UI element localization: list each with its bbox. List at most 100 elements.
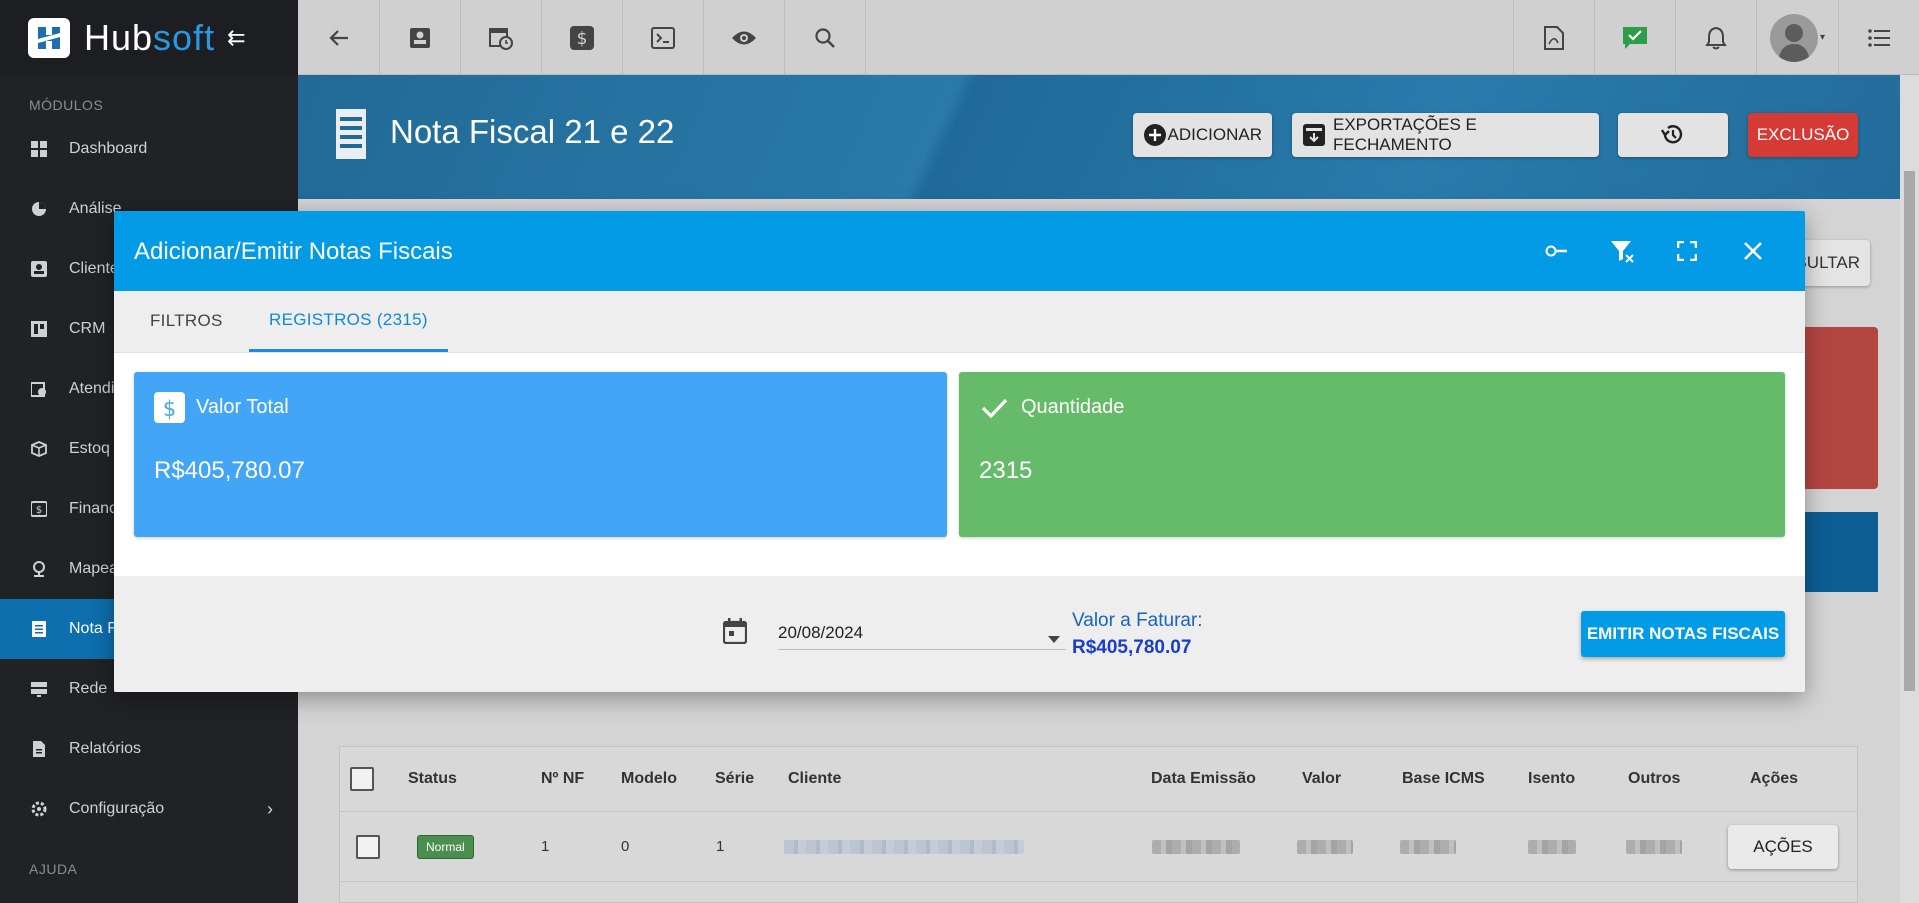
tab-filtros[interactable]: FILTROS	[130, 291, 243, 351]
client-name-redacted[interactable]	[784, 839, 1024, 854]
messages-button[interactable]	[1594, 0, 1675, 75]
contacts-button[interactable]	[380, 0, 461, 75]
faturar-label: Valor a Faturar:	[1072, 610, 1203, 631]
delete-button[interactable]: EXCLUSÃO	[1748, 113, 1858, 157]
map-pin-icon	[30, 560, 48, 578]
dialog-tabs: FILTROS REGISTROS (2315)	[114, 291, 1805, 353]
bell-icon	[1705, 26, 1727, 49]
history-icon	[1660, 125, 1683, 144]
dollar-icon: $	[570, 25, 594, 50]
scrollbar-thumb[interactable]	[1904, 171, 1915, 691]
contact-card-icon	[410, 27, 430, 48]
column-header[interactable]: Status	[408, 770, 457, 788]
quantity-value: 2315	[979, 457, 1033, 484]
search-button[interactable]	[785, 0, 866, 75]
check-icon	[979, 392, 1010, 423]
logo[interactable]: Hubsoft ⇇	[0, 0, 298, 75]
contact-icon	[30, 260, 48, 278]
emit-invoices-button[interactable]: EMITIR NOTAS FISCAIS	[1581, 611, 1785, 657]
eye-icon	[732, 31, 756, 44]
base-icms-redacted	[1400, 839, 1456, 854]
serie-value: 1	[716, 838, 725, 855]
schedule-button[interactable]	[461, 0, 542, 75]
notifications-button[interactable]	[1675, 0, 1756, 75]
page-title: Nota Fiscal 21 e 22	[390, 113, 675, 150]
sidebar-item-label: Nota F	[69, 620, 118, 637]
calendar-clock-icon	[30, 380, 48, 398]
sidebar-item-label: Cliente	[69, 260, 119, 277]
sidebar-section-help: AJUDA	[29, 861, 78, 877]
history-button[interactable]	[1618, 113, 1728, 157]
menu-list-button[interactable]	[1838, 0, 1919, 75]
emission-date-select[interactable]: 20/08/2024	[778, 616, 1066, 650]
sidebar-item-label: Rede	[69, 680, 108, 697]
dialog-body: $ Valor Total R$405,780.07 Quantidade 23…	[114, 353, 1805, 576]
sidebar-item-label: Configuração	[69, 800, 165, 817]
isento-redacted	[1528, 839, 1576, 854]
back-button[interactable]	[298, 0, 380, 75]
close-icon[interactable]	[1739, 237, 1767, 265]
column-header[interactable]: Isento	[1528, 770, 1575, 788]
pdf-button[interactable]	[1513, 0, 1594, 75]
collapse-menu-icon[interactable]: ⇇	[227, 25, 245, 51]
clear-filter-icon[interactable]	[1608, 237, 1636, 265]
scrollbar[interactable]	[1900, 75, 1919, 903]
pdf-icon	[1544, 25, 1564, 50]
row-checkbox[interactable]	[356, 834, 380, 859]
sidebar-item-label: Estoq	[69, 440, 110, 457]
select-all-checkbox[interactable]	[350, 767, 374, 791]
invoice-table: Status Nº NF Modelo Série Cliente Data E…	[339, 746, 1858, 903]
add-button[interactable]: ADICIONAR	[1133, 113, 1272, 157]
column-header[interactable]: Nº NF	[541, 770, 584, 788]
outros-redacted	[1626, 839, 1682, 854]
back-arrow-icon	[328, 29, 348, 46]
terminal-button[interactable]	[623, 0, 704, 75]
terminal-icon	[651, 26, 675, 49]
sidebar-item-label: Atendi	[69, 380, 115, 397]
kanban-icon	[30, 320, 48, 338]
sidebar-section-modules: MÓDULOS	[29, 97, 104, 113]
column-header[interactable]: Data Emissão	[1151, 770, 1256, 788]
grid-icon	[30, 140, 48, 158]
column-header[interactable]: Série	[715, 770, 754, 788]
faturar-value: R$405,780.07	[1072, 637, 1192, 658]
calendar-clock-icon	[489, 27, 513, 50]
column-header[interactable]: Cliente	[788, 770, 841, 788]
svg-text:$: $	[163, 397, 176, 421]
actions-button[interactable]: AÇÕES	[1728, 824, 1838, 869]
fullscreen-icon[interactable]	[1673, 237, 1701, 265]
dollar-icon: $	[30, 500, 48, 518]
search-icon	[815, 27, 835, 48]
background-panel-blue	[1798, 512, 1878, 592]
quantity-card: Quantidade 2315	[959, 372, 1785, 537]
column-header[interactable]: Valor	[1302, 770, 1341, 788]
total-value-card: $ Valor Total R$405,780.07	[134, 372, 947, 537]
nf-number: 1	[541, 838, 550, 855]
chat-check-icon	[1623, 26, 1647, 49]
archive-icon	[1303, 124, 1325, 146]
export-button[interactable]: EXPORTAÇÕES E FECHAMENTO	[1292, 113, 1599, 157]
date-redacted	[1152, 839, 1240, 854]
top-bar: $ ▾	[298, 0, 1919, 75]
total-value-label: Valor Total	[196, 396, 289, 418]
sidebar-item-relatorios[interactable]: Relatórios	[0, 719, 298, 779]
table-row[interactable]: Normal 1 0 1 AÇÕES	[340, 812, 1857, 882]
column-header[interactable]: Modelo	[621, 770, 677, 788]
key-icon[interactable]	[1543, 237, 1571, 265]
view-button[interactable]	[704, 0, 785, 75]
sidebar-item-configuracao[interactable]: Configuração ›	[0, 779, 298, 839]
document-icon	[30, 740, 48, 758]
svg-text:$: $	[36, 505, 42, 516]
calendar-icon[interactable]	[722, 618, 748, 649]
plus-circle-icon	[1144, 124, 1166, 146]
box-icon	[30, 440, 48, 458]
column-header[interactable]: Base ICMS	[1402, 770, 1485, 788]
sidebar-item-label: Dashboard	[69, 140, 148, 157]
user-menu-button[interactable]: ▾	[1756, 0, 1838, 75]
sidebar-item-dashboard[interactable]: Dashboard	[0, 119, 298, 179]
tab-registros[interactable]: REGISTROS (2315)	[249, 291, 448, 352]
column-header[interactable]: Outros	[1628, 770, 1680, 788]
chevron-down-icon: ▾	[1819, 32, 1826, 43]
receipt-icon	[336, 109, 366, 164]
finance-button[interactable]: $	[542, 0, 623, 75]
